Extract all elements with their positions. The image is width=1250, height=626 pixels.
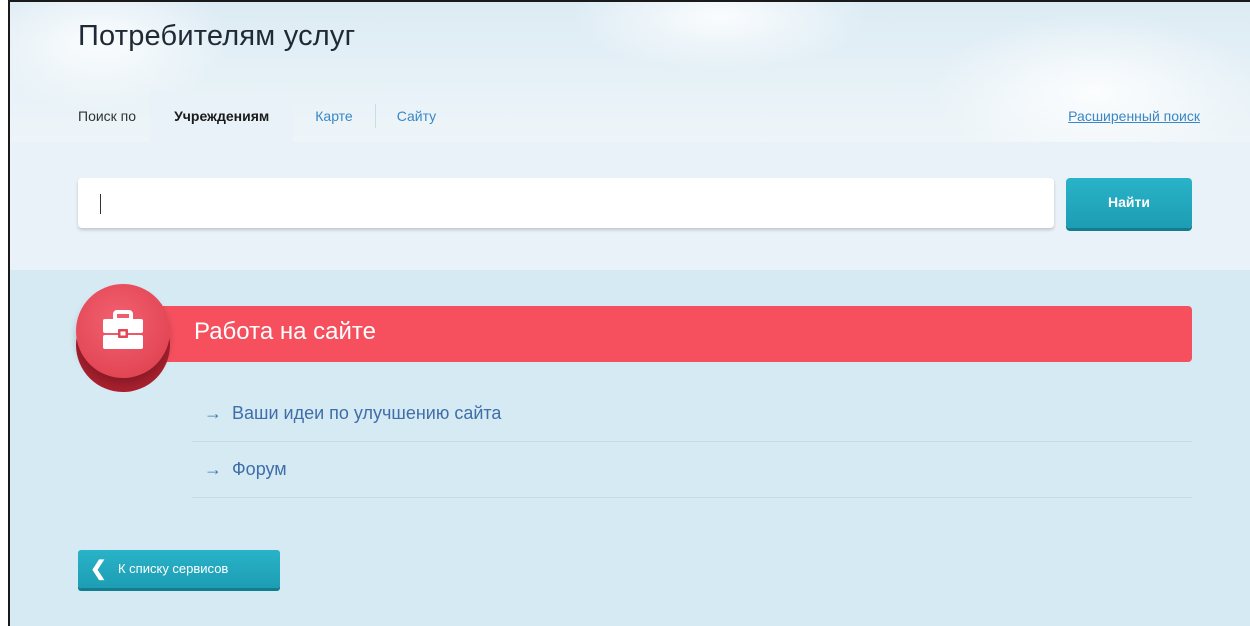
text-caret <box>100 194 101 214</box>
search-panel: Найти <box>10 142 1250 270</box>
link-forum[interactable]: → Форум <box>192 442 1192 498</box>
advanced-search-link[interactable]: Расширенный поиск <box>1068 108 1200 124</box>
briefcase-icon <box>103 310 143 349</box>
tab-site[interactable]: Сайту <box>374 90 458 142</box>
section-badge <box>76 284 170 378</box>
find-button[interactable]: Найти <box>1066 178 1192 228</box>
link-label: Форум <box>232 459 287 479</box>
search-tabs: Поиск по Учреждениям Карте Сайту <box>68 90 458 142</box>
cloud-decoration <box>570 2 870 72</box>
link-label: Ваши идеи по улучшению сайта <box>232 403 502 423</box>
tab-map[interactable]: Карте <box>293 90 374 142</box>
section-title: Работа на сайте <box>194 318 376 345</box>
header: Потребителям услуг Поиск по Учреждениям … <box>10 2 1250 142</box>
arrow-right-icon: → <box>204 403 222 423</box>
tab-institutions[interactable]: Учреждениям <box>150 90 294 142</box>
chevron-left-icon: ❮ <box>90 558 107 580</box>
section-links: → Ваши идеи по улучшению сайта → Форум <box>192 386 1192 498</box>
page-title: Потребителям услуг <box>78 20 356 52</box>
link-site-ideas[interactable]: → Ваши идеи по улучшению сайта <box>192 386 1192 442</box>
page: Потребителям услуг Поиск по Учреждениям … <box>8 0 1250 626</box>
search-input[interactable] <box>78 178 1054 228</box>
tabs-prefix-label: Поиск по <box>78 108 137 124</box>
arrow-right-icon: → <box>204 459 222 479</box>
back-button-label: К списку сервисов <box>118 561 229 576</box>
back-to-services-button[interactable]: ❮ К списку сервисов <box>78 550 280 588</box>
